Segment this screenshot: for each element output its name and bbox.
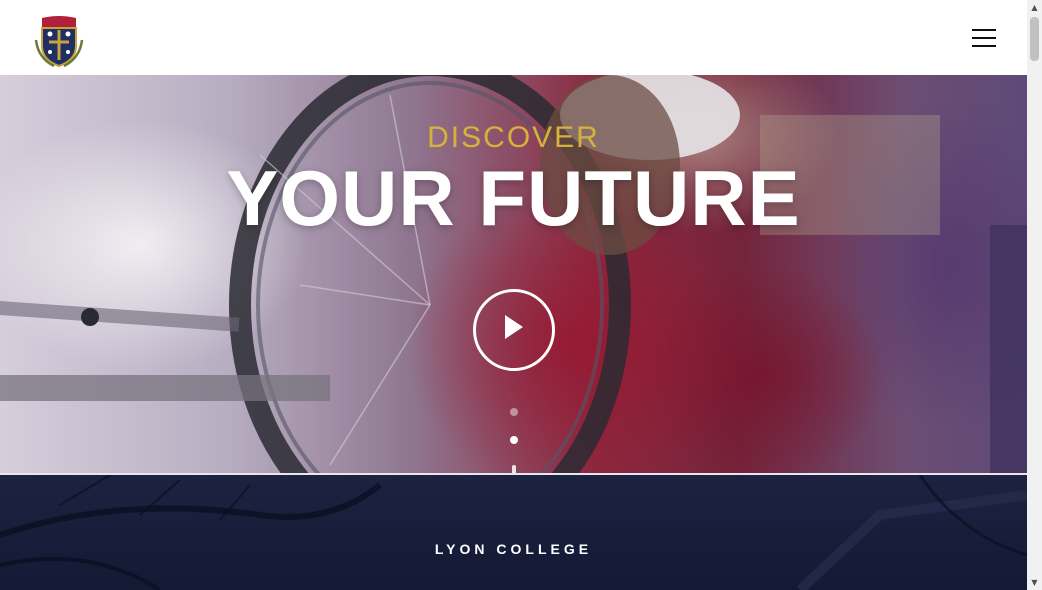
college-section: LYON COLLEGE xyxy=(0,475,1027,590)
hamburger-menu-icon xyxy=(972,29,996,31)
site-header xyxy=(0,0,1027,75)
slide-dot-2-active[interactable] xyxy=(510,436,518,444)
section-label: LYON COLLEGE xyxy=(434,541,593,557)
college-crest-logo[interactable] xyxy=(34,14,84,68)
hero-eyebrow: DISCOVER xyxy=(427,121,600,154)
scroll-thumb[interactable] xyxy=(1030,17,1039,61)
hero-title: YOUR FUTURE xyxy=(226,154,801,242)
hamburger-menu-icon-line xyxy=(972,37,996,39)
hamburger-menu-icon-line xyxy=(972,45,996,47)
slide-dot-1[interactable] xyxy=(510,408,518,416)
scroll-down-arrow[interactable]: ▼ xyxy=(1027,575,1042,590)
page-scrollbar[interactable]: ▲ ▼ xyxy=(1027,0,1042,590)
hero-banner: DISCOVER YOUR FUTURE xyxy=(0,75,1027,473)
scroll-up-arrow[interactable]: ▲ xyxy=(1027,0,1042,15)
tree-branches-background xyxy=(0,475,1027,590)
play-video-button[interactable] xyxy=(473,289,555,371)
play-icon xyxy=(505,315,523,339)
page: DISCOVER YOUR FUTURE LYON COLLEGE xyxy=(0,0,1027,590)
college-crest-icon xyxy=(34,16,84,68)
scroll-indicator xyxy=(512,465,516,473)
menu-button[interactable] xyxy=(966,24,1002,52)
